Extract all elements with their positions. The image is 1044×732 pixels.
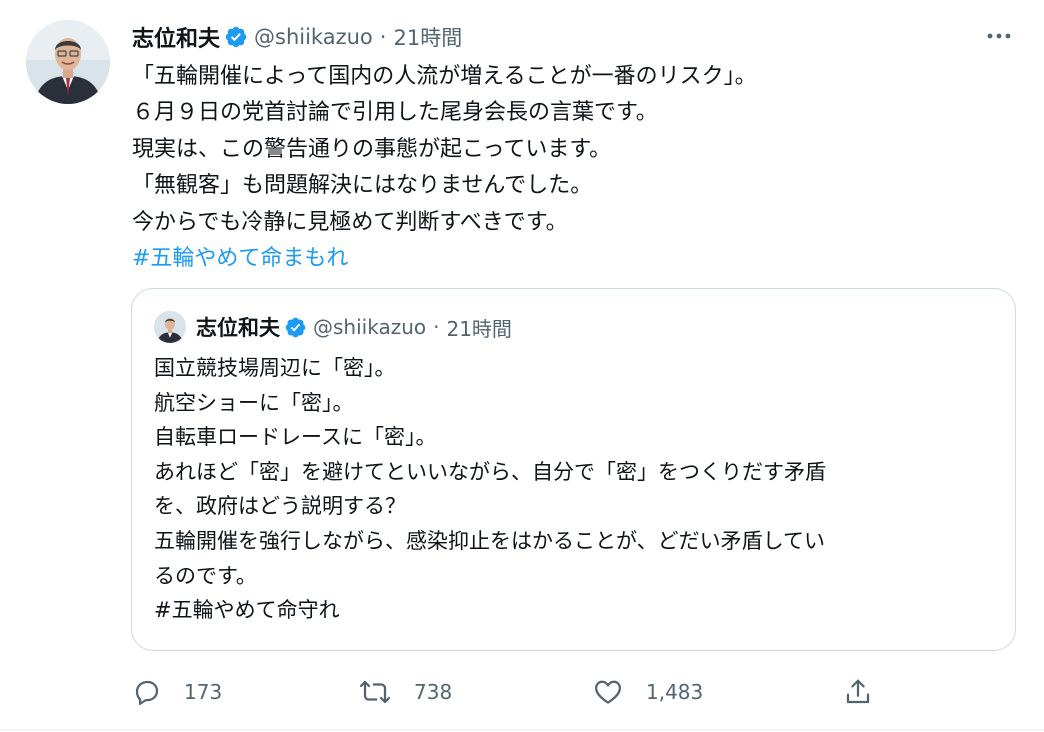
- tweet-time[interactable]: 21時間: [393, 22, 462, 52]
- quoted-avatar-photo: [154, 311, 186, 343]
- divider: [0, 729, 1044, 730]
- tweet-text-line: 「五輪開催によって国内の人流が増えることが一番のリスク」。: [132, 64, 757, 89]
- separator: ·: [433, 315, 440, 339]
- tweet-text-line: 「無観客」も問題解決にはなりませんでした。: [132, 173, 593, 199]
- quoted-text-line: 五輪開催を強行しながら、感染抑止をはかることが、どだい矛盾してい: [154, 528, 825, 553]
- tweet[interactable]: 志位和夫 @shiikazuo · 21時間 「五輪開催によって国内の人流が増え…: [0, 0, 1044, 732]
- quoted-tweet[interactable]: 志位和夫 @shiikazuo · 21時間 国立競技場周辺に「密」。 航空ショ…: [131, 288, 1016, 651]
- quoted-avatar: [154, 311, 186, 343]
- quoted-author-handle: @shiikazuo: [313, 315, 427, 339]
- reply-icon: [132, 677, 162, 707]
- share-button[interactable]: [843, 670, 873, 714]
- like-button[interactable]: 1,483: [592, 670, 703, 714]
- quoted-hashtag: #五輪やめて命守れ: [154, 598, 340, 623]
- quoted-text-line: 国立競技場周辺に「密」。: [154, 356, 396, 380]
- quoted-tweet-text: 国立競技場周辺に「密」。 航空ショーに「密」。 自転車ロードレースに「密」。 あ…: [154, 351, 994, 628]
- avatar[interactable]: [26, 20, 110, 104]
- tweet-text-line: ６月９日の党首討論で引用した尾身会長の言葉です。: [132, 100, 658, 126]
- verified-badge-icon: [224, 25, 248, 49]
- quoted-text-line: あれほど「密」を避けてといいながら、自分で「密」をつくりだす矛盾: [154, 459, 826, 484]
- separator: ·: [379, 25, 387, 49]
- tweet-header: 志位和夫 @shiikazuo · 21時間: [132, 20, 462, 54]
- heart-icon: [592, 677, 624, 707]
- hashtag-link[interactable]: #五輪やめて命まもれ: [132, 241, 1012, 277]
- more-horizontal-icon[interactable]: [984, 24, 1014, 48]
- avatar-photo: [26, 20, 110, 104]
- author-handle[interactable]: @shiikazuo: [254, 25, 373, 49]
- reply-button[interactable]: 173: [132, 670, 222, 714]
- quoted-author-name: 志位和夫: [196, 316, 280, 340]
- quoted-text-line: 航空ショーに「密」。: [154, 390, 354, 415]
- like-count: 1,483: [646, 680, 704, 704]
- retweet-icon: [358, 677, 392, 707]
- tweet-text-line: 今からでも冷静に見極めて判断すべきです。: [132, 209, 568, 235]
- quoted-text-line: るのです。: [154, 563, 257, 588]
- share-icon: [843, 677, 873, 707]
- tweet-text-line: 現実は、この警告通りの事態が起こっています。: [132, 136, 612, 162]
- reply-count: 173: [184, 680, 223, 704]
- author-name[interactable]: 志位和夫: [132, 21, 220, 53]
- quoted-tweet-header: 志位和夫 @shiikazuo · 21時間: [196, 311, 512, 343]
- verified-badge-icon: [284, 316, 307, 339]
- quoted-text-line: を、政府はどう説明する？: [154, 494, 406, 519]
- quoted-text-line: 自転車ロードレースに「密」。: [154, 425, 437, 450]
- quoted-tweet-time: 21時間: [446, 316, 512, 341]
- tweet-text: 「五輪開催によって国内の人流が増えることが一番のリスク」。 ６月９日の党首討論で…: [132, 59, 1012, 277]
- retweet-button[interactable]: 738: [358, 670, 452, 714]
- tweet-actions: 173 738 1,483: [0, 670, 1044, 714]
- retweet-count: 738: [414, 680, 453, 704]
